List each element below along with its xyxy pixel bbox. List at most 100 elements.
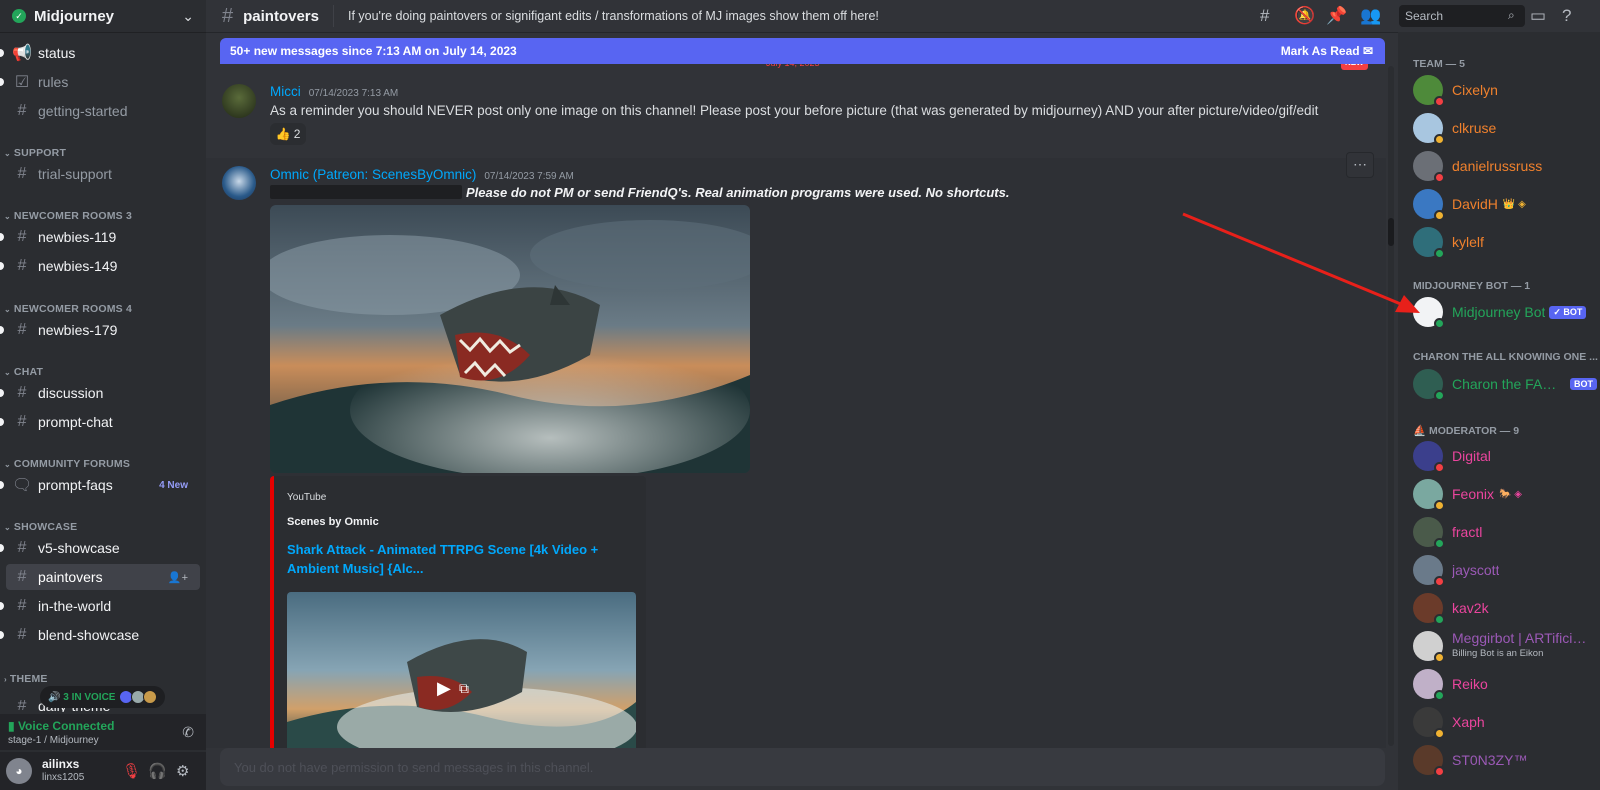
sidebar-channel-v5-showcase[interactable]: # v5-showcase [0, 535, 200, 561]
member-name: kylelf [1452, 234, 1484, 250]
hash-icon: # [17, 102, 27, 119]
sidebar-channel-newbies-179[interactable]: # newbies-179 [0, 317, 200, 343]
sidebar-channel-newbies-149[interactable]: # newbies-149 [0, 253, 200, 279]
member-list-icon[interactable]: 👥 [1360, 6, 1381, 26]
sidebar-channel-newbies-119[interactable]: # newbies-119 [0, 224, 200, 250]
settings-gear-icon[interactable]: ⚙ [176, 762, 189, 780]
member-item[interactable]: Xaph [1413, 705, 1597, 739]
deafen-icon[interactable]: 🎧 [148, 762, 167, 780]
open-external-icon[interactable]: ⧉ [459, 680, 469, 697]
member-name: danielrussruss [1452, 158, 1543, 174]
scrollbar-thumb[interactable] [1388, 218, 1394, 246]
member-item[interactable]: Feonix 🐎 ◈ [1413, 477, 1597, 511]
channel-label: paintovers [38, 569, 103, 585]
hash-thread-icon: # [17, 384, 27, 401]
avatar[interactable] [222, 84, 256, 118]
reaction-button[interactable]: 👍 2 [270, 123, 306, 145]
status-indicator [1434, 614, 1445, 625]
embed-author[interactable]: Scenes by Omnic [287, 516, 379, 528]
threads-icon[interactable]: # [1260, 6, 1269, 26]
help-icon[interactable]: ? [1562, 6, 1571, 26]
disconnect-call-icon[interactable]: ✆ [182, 724, 194, 741]
chat-scrollbar[interactable] [1388, 66, 1394, 746]
chevron-down-icon: ⌄ [4, 212, 11, 221]
mark-as-read-button[interactable]: Mark As Read ✉ [1281, 44, 1373, 58]
channel-topic[interactable]: If you're doing paintovers or signifigan… [348, 9, 879, 23]
avatar [1413, 75, 1445, 107]
add-member-icon[interactable]: 👤+ [168, 571, 188, 584]
member-item[interactable]: DavidH 👑 ◈ [1413, 187, 1597, 221]
member-item[interactable]: ST0N3ZY™ [1413, 743, 1597, 777]
sidebar-channel-rules[interactable]: ☑ rules [0, 69, 200, 95]
member-item[interactable]: clkruse [1413, 111, 1597, 145]
category-support[interactable]: ⌄ SUPPORT [4, 147, 66, 159]
sidebar-channel-getting-started[interactable]: # getting-started [6, 98, 200, 124]
role-header-moderator: ⛵ MODERATOR — 9 [1413, 424, 1519, 437]
member-item[interactable]: Meggirbot | ARTificial... Billing Bot is … [1413, 629, 1597, 663]
member-item[interactable]: Digital [1413, 439, 1597, 473]
hash-thread-icon: # [17, 257, 27, 274]
avatar [1413, 555, 1445, 587]
member-item[interactable]: Midjourney Bot ✓ BOT [1413, 295, 1597, 329]
member-name: fractl [1452, 524, 1483, 540]
member-item[interactable]: kylelf [1413, 225, 1597, 259]
message-timestamp: 07/14/2023 7:59 AM [484, 171, 574, 182]
category-chat[interactable]: ⌄ CHAT [4, 366, 43, 378]
member-item[interactable]: danielrussruss [1413, 149, 1597, 183]
search-input[interactable] [1399, 5, 1525, 27]
message-author[interactable]: Micci [270, 84, 301, 99]
member-name: ST0N3ZY™ [1452, 752, 1528, 768]
sidebar-channel-trial-support[interactable]: # trial-support [6, 161, 200, 187]
server-header[interactable]: ✓ Midjourney ⌄ [0, 0, 206, 32]
message-composer[interactable]: You do not have permission to send messa… [220, 748, 1385, 786]
member-item[interactable]: kav2k [1413, 591, 1597, 625]
member-name: Meggirbot | ARTificial... [1452, 631, 1594, 646]
member-item[interactable]: Reiko [1413, 667, 1597, 701]
voice-location[interactable]: stage-1 / Midjourney [8, 735, 198, 746]
sidebar-channel-in-the-world[interactable]: # in-the-world [0, 593, 200, 619]
sidebar-channel-discussion[interactable]: # discussion [0, 380, 200, 406]
message-author-line: Micci 07/14/2023 7:13 AM [270, 84, 398, 99]
sidebar-channel-prompt-chat[interactable]: # prompt-chat [0, 409, 200, 435]
avatar[interactable] [222, 166, 256, 200]
inbox-icon[interactable]: ▭ [1530, 6, 1546, 26]
member-item[interactable]: jayscott [1413, 553, 1597, 587]
member-item[interactable]: Cixelyn [1413, 73, 1597, 107]
category-newcomer-rooms-4[interactable]: ⌄ NEWCOMER ROOMS 4 [4, 303, 132, 315]
pinned-messages-icon[interactable]: 📌 [1326, 6, 1347, 26]
embed-provider[interactable]: YouTube [287, 492, 326, 503]
sidebar-channel-prompt-faqs[interactable]: 🗨 prompt-faqs 4 New [0, 472, 200, 498]
play-icon[interactable]: ▶ [437, 678, 451, 699]
category-theme[interactable]: › THEME [4, 673, 48, 685]
sidebar-channel-blend-showcase[interactable]: # blend-showcase [0, 622, 200, 648]
embed-title-link[interactable]: Shark Attack - Animated TTRPG Scene [4k … [287, 540, 627, 578]
image-attachment[interactable] [270, 205, 750, 473]
category-newcomer-rooms-3[interactable]: ⌄ NEWCOMER ROOMS 3 [4, 210, 132, 222]
user-info[interactable]: ailinxs linxs1205 [42, 758, 84, 784]
sidebar-channel-paintovers[interactable]: # paintovers 👤+ [6, 564, 200, 590]
avatar[interactable]: ◕ [6, 758, 32, 784]
channel-label: discussion [38, 385, 104, 401]
sidebar-channel-status[interactable]: 📢 status [0, 40, 200, 66]
hash-icon: # [17, 597, 27, 614]
member-item[interactable]: fractl [1413, 515, 1597, 549]
channel-label: prompt-chat [38, 414, 113, 430]
member-item[interactable]: Charon the FAQ ... BOT [1413, 367, 1597, 401]
unread-indicator [0, 326, 4, 334]
video-thumbnail[interactable]: ▶ ⧉ [287, 592, 636, 748]
hash-thread-icon: # [17, 321, 27, 338]
message-author[interactable]: Omnic (Patreon: ScenesByOmnic) [270, 167, 476, 182]
member-name-with-status: Meggirbot | ARTificial... Billing Bot is … [1452, 631, 1594, 661]
more-options-button[interactable]: ⋯ [1346, 152, 1374, 178]
new-messages-banner[interactable]: 50+ new messages since 7:13 AM on July 1… [220, 38, 1385, 64]
server-name: Midjourney [34, 7, 115, 25]
voice-activity-pill[interactable]: 🔊 3 IN VOICE [40, 686, 166, 708]
notification-bell-muted-icon[interactable]: 🔕 [1294, 6, 1315, 26]
voice-status[interactable]: ▮ Voice Connected [8, 719, 198, 733]
divider [332, 5, 334, 27]
member-name: kav2k [1452, 600, 1489, 616]
category-showcase[interactable]: ⌄ SHOWCASE [4, 521, 77, 533]
voice-avatars [119, 690, 158, 704]
mute-mic-icon[interactable]: 🎙 [122, 762, 141, 780]
category-community-forums[interactable]: ⌄ COMMUNITY FORUMS [4, 458, 130, 470]
